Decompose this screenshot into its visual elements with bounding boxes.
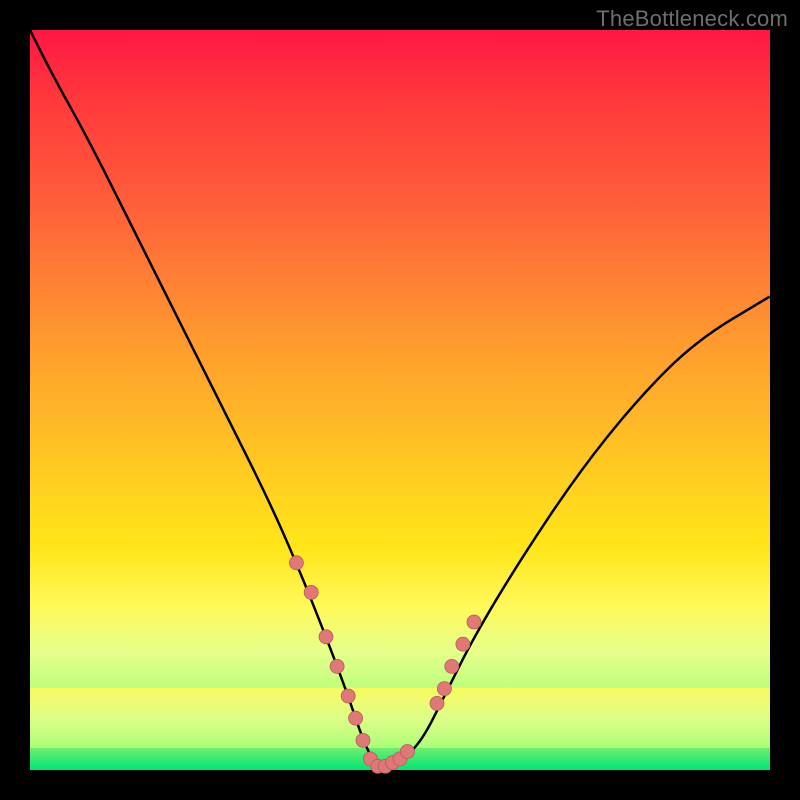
chart-frame: TheBottleneck.com (0, 0, 800, 800)
data-bead (456, 637, 470, 651)
data-bead (330, 659, 344, 673)
bottleneck-curve (30, 30, 770, 767)
data-bead (467, 615, 481, 629)
data-bead (319, 630, 333, 644)
beads-valley-cluster (363, 745, 414, 774)
data-bead (437, 682, 451, 696)
data-bead (341, 689, 355, 703)
data-bead (349, 711, 363, 725)
beads-right-cluster (430, 615, 481, 710)
curve-layer (30, 30, 770, 770)
data-bead (356, 733, 370, 747)
beads-left-cluster (289, 556, 370, 748)
data-bead (430, 696, 444, 710)
plot-area (30, 30, 770, 770)
data-bead (445, 659, 459, 673)
watermark-text: TheBottleneck.com (596, 6, 788, 32)
data-bead (400, 745, 414, 759)
data-bead (289, 556, 303, 570)
data-bead (304, 585, 318, 599)
